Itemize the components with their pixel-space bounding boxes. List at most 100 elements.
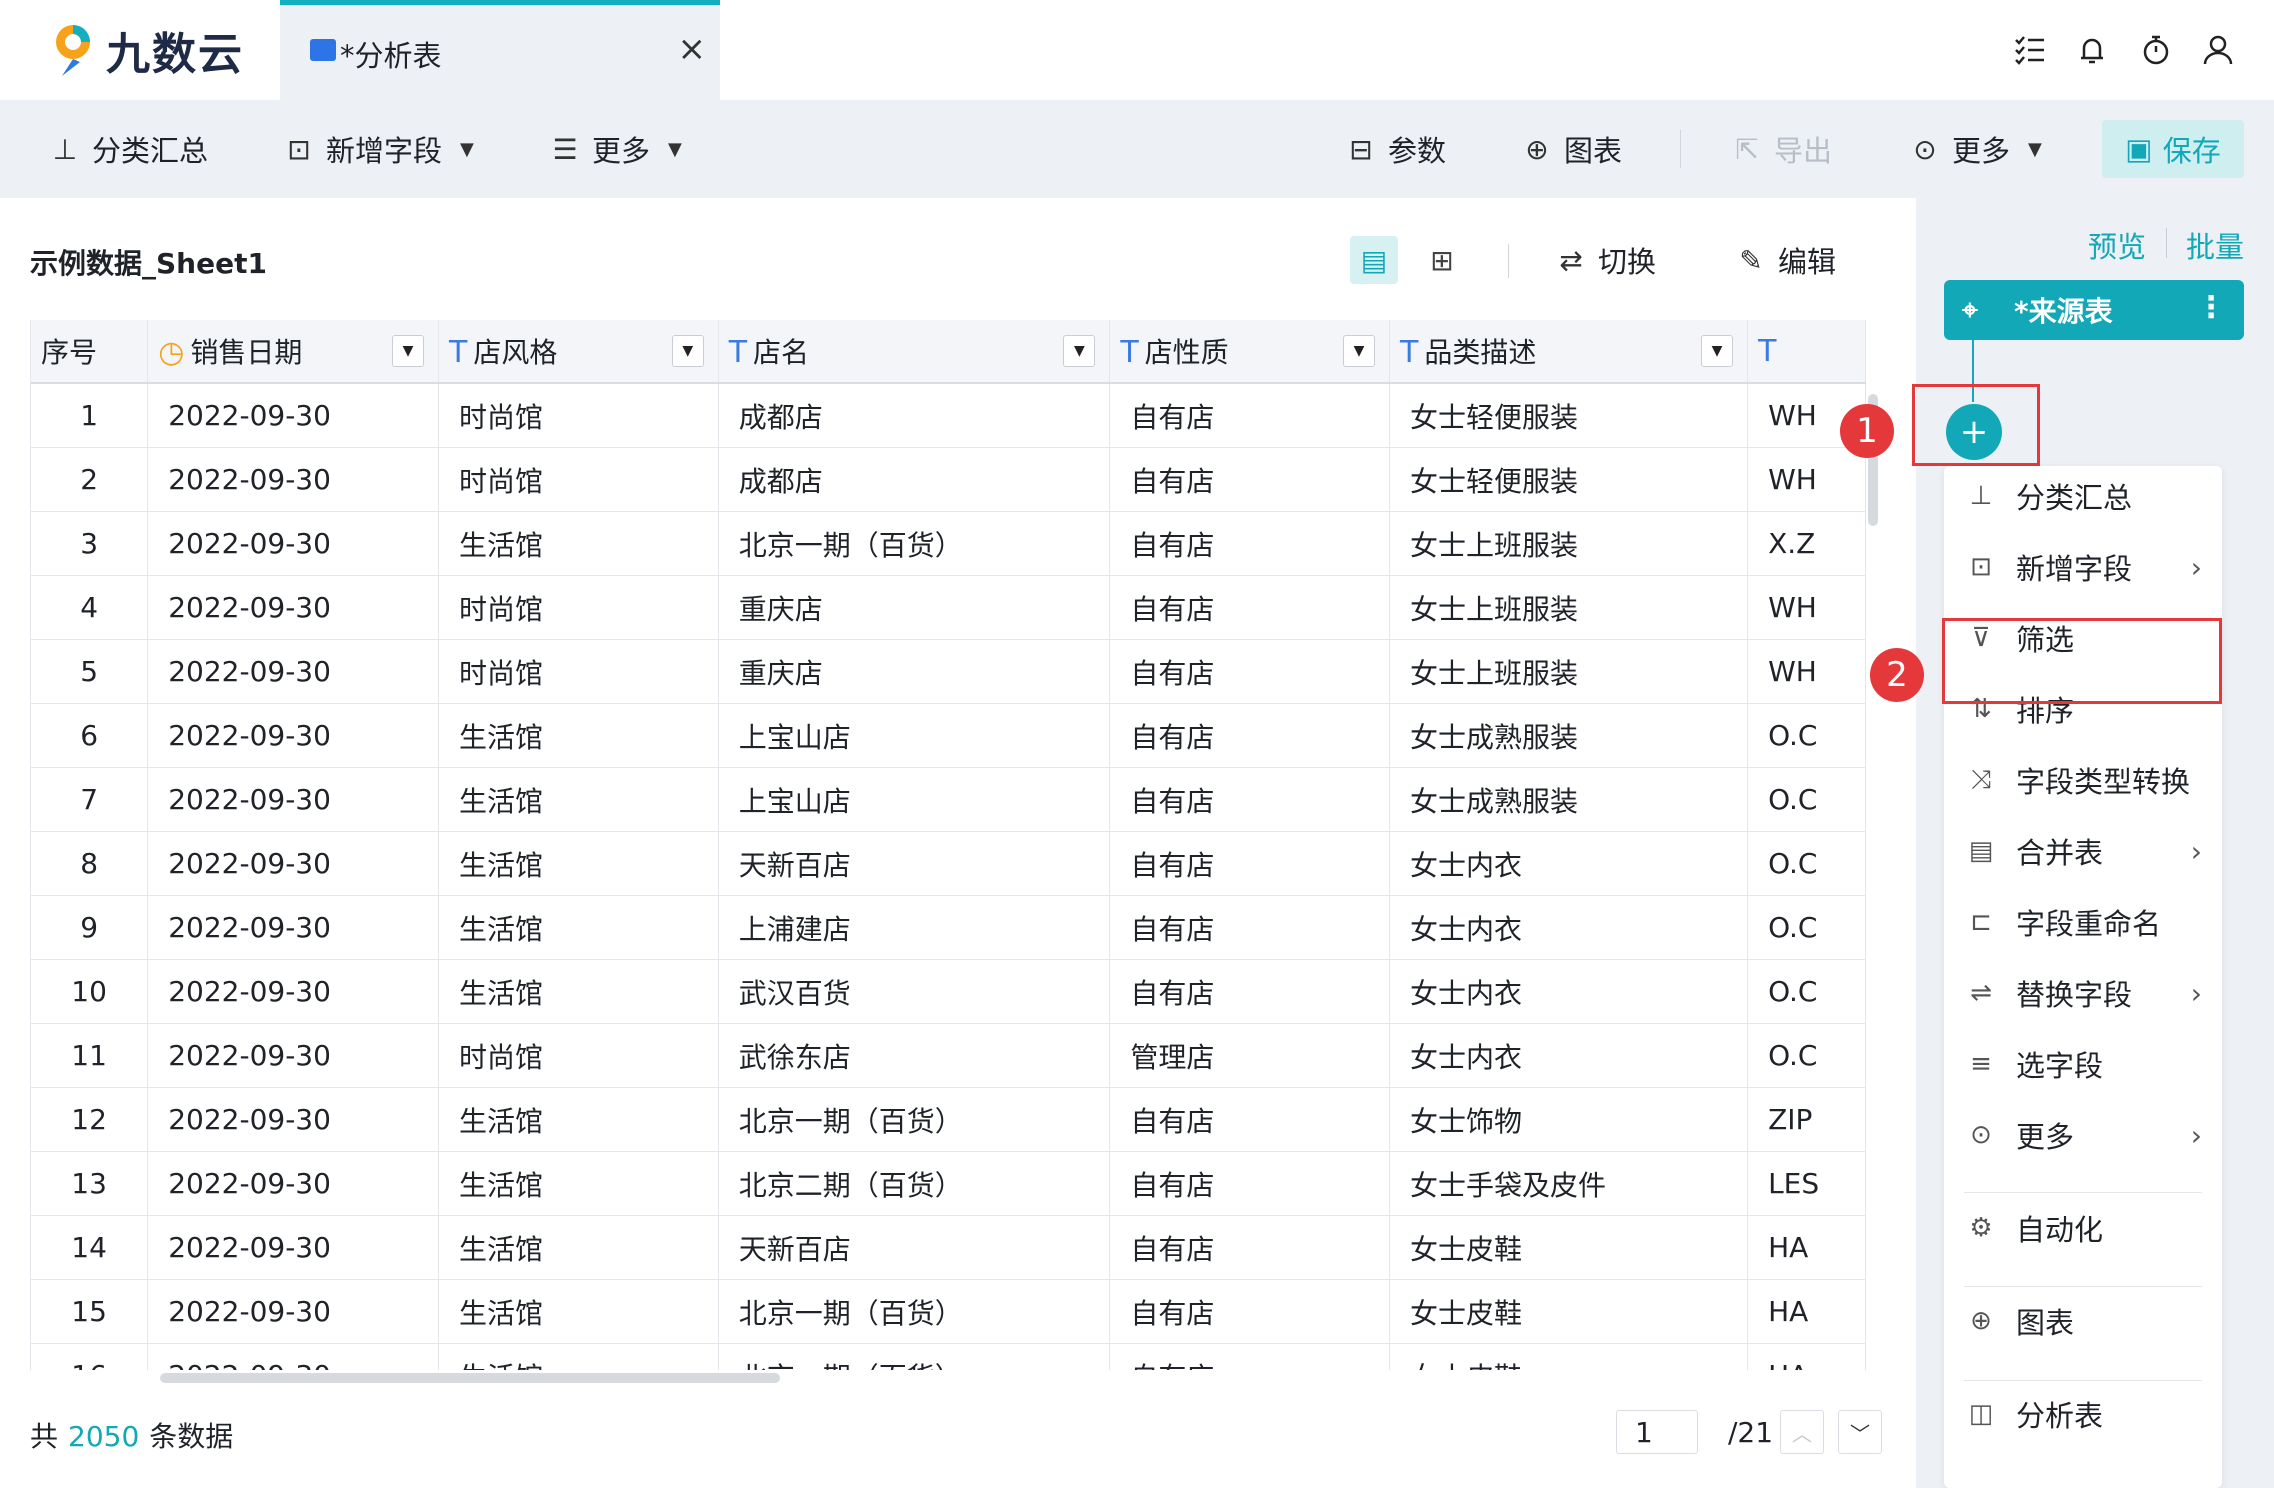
export-button[interactable]: ⇱ 导出 xyxy=(1732,100,1832,198)
dropdown-icon[interactable]: ▼ xyxy=(1343,335,1375,367)
table-cell[interactable]: 北京一期（百货） xyxy=(718,1343,1111,1370)
table-cell[interactable]: 生活馆 xyxy=(438,831,719,896)
table-cell[interactable]: 2 xyxy=(31,447,149,512)
table-cell[interactable]: 2022-09-30 xyxy=(147,703,440,768)
table-cell[interactable]: 女士饰物 xyxy=(1389,1087,1749,1152)
column-header-extra[interactable]: T xyxy=(1747,320,1866,384)
column-header-style[interactable]: T 店风格 ▼ xyxy=(438,320,719,384)
column-header-nature[interactable]: T 店性质 ▼ xyxy=(1109,320,1390,384)
table-cell[interactable]: 生活馆 xyxy=(438,1087,719,1152)
table-cell[interactable]: 2022-09-30 xyxy=(147,1087,440,1152)
table-cell[interactable]: 自有店 xyxy=(1109,767,1390,832)
table-cell[interactable]: 15 xyxy=(31,1279,149,1344)
table-cell[interactable]: WH xyxy=(1747,575,1866,640)
table-cell[interactable]: 北京一期（百货） xyxy=(718,511,1111,576)
table-cell[interactable]: 2022-09-30 xyxy=(147,1151,440,1216)
table-cell[interactable]: O.C xyxy=(1747,767,1866,832)
table-cell[interactable]: 4 xyxy=(31,575,149,640)
dropdown-icon[interactable]: ▼ xyxy=(671,335,704,367)
table-cell[interactable]: 生活馆 xyxy=(438,1215,719,1280)
table-cell[interactable]: 2022-09-30 xyxy=(147,1215,440,1280)
table-cell[interactable]: 女士皮鞋 xyxy=(1389,1343,1749,1370)
table-row[interactable]: 3 2022-09-30 生活馆 北京一期（百货） 自有店 女士上班服装 X.Z xyxy=(31,511,1866,576)
table-row[interactable]: 15 2022-09-30 生活馆 北京一期（百货） 自有店 女士皮鞋 HA xyxy=(31,1279,1866,1344)
table-cell[interactable]: 2022-09-30 xyxy=(147,895,440,960)
table-cell[interactable]: X.Z xyxy=(1747,511,1866,576)
add-field-button[interactable]: ⊡ 新增字段 ▼ xyxy=(284,100,474,198)
table-cell[interactable]: 女士成熟服装 xyxy=(1389,767,1749,832)
menu-item[interactable]: ▤ 合并表 › xyxy=(1944,815,2222,887)
table-row[interactable]: 8 2022-09-30 生活馆 天新百店 自有店 女士内衣 O.C xyxy=(31,831,1866,896)
menu-item[interactable]: ⇌ 替换字段 › xyxy=(1944,957,2222,1029)
table-cell[interactable]: 女士轻便服装 xyxy=(1389,447,1749,512)
table-cell[interactable]: 自有店 xyxy=(1109,1215,1390,1280)
table-cell[interactable]: 2022-09-30 xyxy=(147,1343,440,1370)
table-cell[interactable]: 1 xyxy=(31,383,149,448)
table-cell[interactable]: 女士成熟服装 xyxy=(1389,703,1749,768)
table-cell[interactable]: 时尚馆 xyxy=(438,447,719,512)
table-cell[interactable]: 生活馆 xyxy=(438,895,719,960)
table-cell[interactable]: 北京一期（百货） xyxy=(718,1279,1111,1344)
table-row[interactable]: 10 2022-09-30 生活馆 武汉百货 自有店 女士内衣 O.C xyxy=(31,959,1866,1024)
table-cell[interactable]: 重庆店 xyxy=(718,575,1111,640)
timer-icon[interactable] xyxy=(2136,30,2176,70)
table-row[interactable]: 5 2022-09-30 时尚馆 重庆店 自有店 女士上班服装 WH xyxy=(31,639,1866,704)
table-cell[interactable]: WH xyxy=(1747,447,1866,512)
task-list-icon[interactable] xyxy=(2010,30,2050,70)
column-header-category[interactable]: T 品类描述 ▼ xyxy=(1389,320,1749,384)
grid-view-icon[interactable]: ⊞ xyxy=(1418,236,1466,284)
table-cell[interactable]: 时尚馆 xyxy=(438,383,719,448)
table-cell[interactable]: 管理店 xyxy=(1109,1023,1390,1088)
table-cell[interactable]: HA xyxy=(1747,1343,1866,1370)
table-cell[interactable]: 自有店 xyxy=(1109,1151,1390,1216)
bell-icon[interactable] xyxy=(2072,30,2112,70)
table-cell[interactable]: 生活馆 xyxy=(438,511,719,576)
table-cell[interactable]: 女士上班服装 xyxy=(1389,511,1749,576)
more-left-button[interactable]: ☰ 更多 ▼ xyxy=(550,100,681,198)
user-icon[interactable] xyxy=(2198,30,2238,70)
table-cell[interactable]: 2022-09-30 xyxy=(147,1023,440,1088)
table-cell[interactable]: 女士内衣 xyxy=(1389,831,1749,896)
table-cell[interactable]: 女士手袋及皮件 xyxy=(1389,1151,1749,1216)
table-view-icon[interactable]: ▤ xyxy=(1350,236,1398,284)
preview-link[interactable]: 预览 xyxy=(2088,224,2146,266)
table-cell[interactable]: 武汉百货 xyxy=(718,959,1111,1024)
table-cell[interactable]: 9 xyxy=(31,895,149,960)
batch-link[interactable]: 批量 xyxy=(2186,224,2244,266)
table-row[interactable]: 6 2022-09-30 生活馆 上宝山店 自有店 女士成熟服装 O.C xyxy=(31,703,1866,768)
table-cell[interactable]: 生活馆 xyxy=(438,703,719,768)
table-cell[interactable]: 女士皮鞋 xyxy=(1389,1279,1749,1344)
table-cell[interactable]: 天新百店 xyxy=(718,831,1111,896)
table-cell[interactable]: 生活馆 xyxy=(438,959,719,1024)
menu-item[interactable]: ⚙ 自动化 xyxy=(1944,1192,2222,1264)
table-cell[interactable]: O.C xyxy=(1747,959,1866,1024)
table-row[interactable]: 7 2022-09-30 生活馆 上宝山店 自有店 女士成熟服装 O.C xyxy=(31,767,1866,832)
chart-button[interactable]: ⊕ 图表 xyxy=(1522,100,1622,198)
table-cell[interactable]: 12 xyxy=(31,1087,149,1152)
table-cell[interactable]: 2022-09-30 xyxy=(147,767,440,832)
table-row[interactable]: 13 2022-09-30 生活馆 北京二期（百货） 自有店 女士手袋及皮件 LES xyxy=(31,1151,1866,1216)
table-cell[interactable]: ZIP xyxy=(1747,1087,1866,1152)
table-cell[interactable]: 女士内衣 xyxy=(1389,1023,1749,1088)
table-cell[interactable]: 生活馆 xyxy=(438,1343,719,1370)
table-cell[interactable]: 2022-09-30 xyxy=(147,959,440,1024)
switch-button[interactable]: ⇄ 切换 xyxy=(1556,210,1656,310)
table-cell[interactable]: LES xyxy=(1747,1151,1866,1216)
params-button[interactable]: ⊟ 参数 xyxy=(1346,100,1446,198)
close-tab-icon[interactable]: × xyxy=(678,29,707,69)
dropdown-icon[interactable]: ▼ xyxy=(1701,335,1734,367)
table-cell[interactable]: 8 xyxy=(31,831,149,896)
table-cell[interactable]: 自有店 xyxy=(1109,383,1390,448)
kebab-menu-icon[interactable]: ⋮ xyxy=(2196,290,2226,325)
table-cell[interactable]: 上宝山店 xyxy=(718,703,1111,768)
table-cell[interactable]: 2022-09-30 xyxy=(147,447,440,512)
column-header-index[interactable]: 序号 xyxy=(31,320,149,384)
table-cell[interactable]: 女士内衣 xyxy=(1389,895,1749,960)
prev-page-icon[interactable]: ︿ xyxy=(1780,1410,1824,1454)
dropdown-icon[interactable]: ▼ xyxy=(392,335,425,367)
more-right-button[interactable]: ⊙ 更多 ▼ xyxy=(1910,100,2042,198)
table-cell[interactable]: 自有店 xyxy=(1109,639,1390,704)
table-row[interactable]: 11 2022-09-30 时尚馆 武徐东店 管理店 女士内衣 O.C xyxy=(31,1023,1866,1088)
save-button[interactable]: ▣ 保存 xyxy=(2102,120,2244,178)
column-header-date[interactable]: ◷ 销售日期 ▼ xyxy=(147,320,440,384)
